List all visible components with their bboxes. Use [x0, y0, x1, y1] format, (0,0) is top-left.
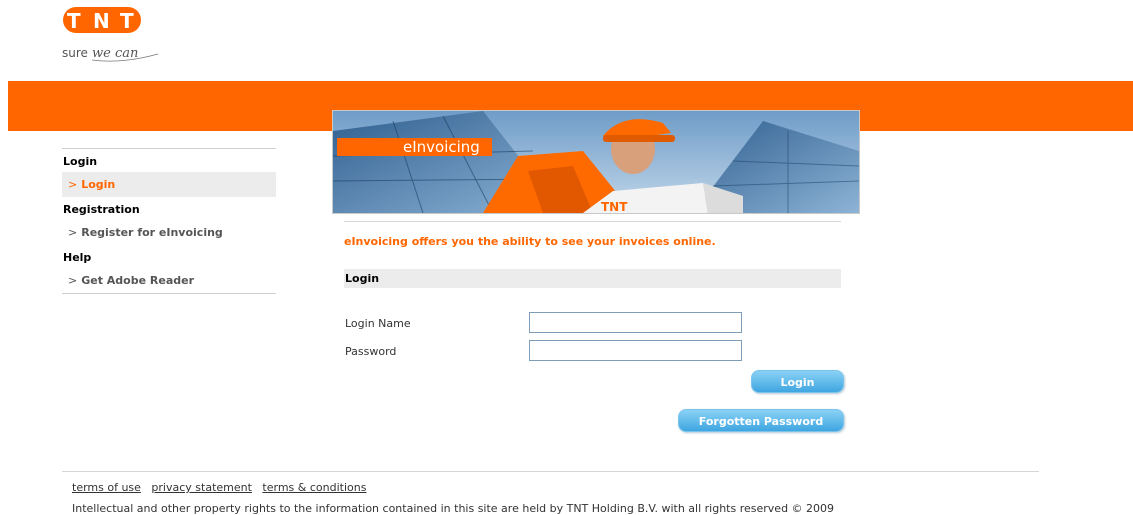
svg-text:we can: we can — [92, 46, 138, 61]
svg-text:T: T — [120, 9, 134, 33]
tnt-logo[interactable]: T N T sure we can — [62, 4, 182, 64]
forgotten-password-button[interactable]: Forgotten Password — [678, 409, 844, 432]
sidebar-item-label: Register for eInvoicing — [81, 226, 223, 239]
hero-banner: TNT eInvoicing — [332, 110, 860, 214]
privacy-statement-link[interactable]: privacy statement — [151, 481, 252, 494]
svg-text:N: N — [93, 9, 110, 33]
tagline: eInvoicing offers you the ability to see… — [344, 235, 716, 248]
sidebar-bottom-divider — [62, 293, 276, 294]
terms-of-use-link[interactable]: terms of use — [72, 481, 141, 494]
sidebar-item-login[interactable]: > Login — [62, 172, 276, 197]
login-button[interactable]: Login — [751, 370, 844, 393]
login-section-title: Login — [344, 269, 841, 288]
courier-image: TNT — [333, 111, 859, 213]
sidebar-section-help: Help — [63, 251, 92, 264]
svg-text:sure: sure — [62, 46, 88, 60]
chevron-right-icon: > — [68, 274, 78, 287]
sidebar-nav: Login > Login Registration > Register for … — [62, 148, 276, 294]
sidebar-item-label: Login — [81, 178, 116, 191]
sidebar-item-adobe-reader[interactable]: > Get Adobe Reader — [62, 268, 276, 293]
copyright-text: Intellectual and other property rights t… — [72, 502, 835, 515]
login-name-input[interactable] — [529, 312, 742, 333]
footer-divider — [62, 471, 1039, 472]
sidebar-section-login: Login — [63, 155, 98, 168]
svg-text:T: T — [67, 9, 81, 33]
terms-conditions-link[interactable]: terms & conditions — [262, 481, 366, 494]
login-name-label: Login Name — [345, 317, 411, 330]
svg-text:TNT: TNT — [601, 200, 628, 213]
footer-links: terms of use privacy statement terms & c… — [72, 481, 373, 494]
sidebar-item-register[interactable]: > Register for eInvoicing — [62, 220, 276, 245]
sidebar-item-label: Get Adobe Reader — [81, 274, 195, 287]
password-label: Password — [345, 345, 397, 358]
sidebar-section-registration: Registration — [63, 203, 140, 216]
chevron-right-icon: > — [68, 226, 78, 239]
content-divider — [344, 221, 841, 222]
chevron-right-icon: > — [68, 178, 78, 191]
hero-label: eInvoicing — [337, 138, 492, 156]
password-input[interactable] — [529, 340, 742, 361]
